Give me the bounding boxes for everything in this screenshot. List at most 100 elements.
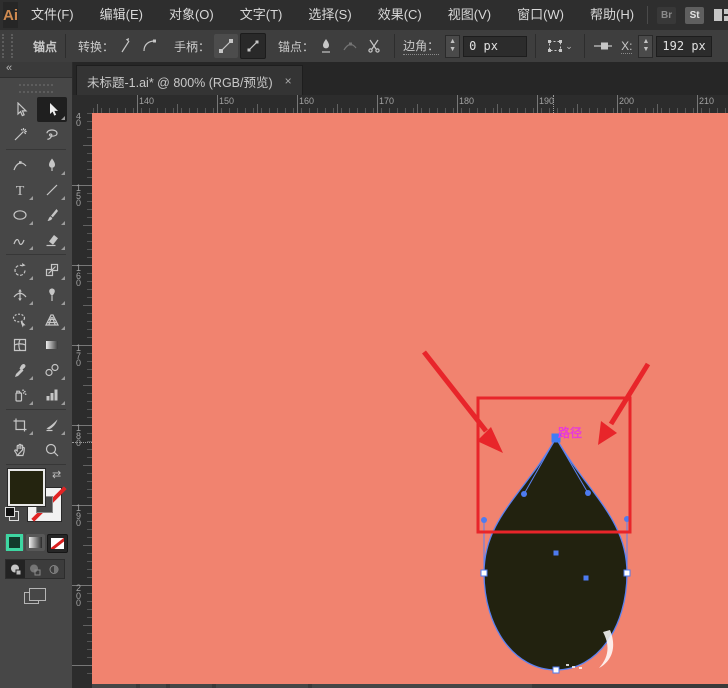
tool-panel: «	[0, 62, 73, 688]
stepper-up-icon[interactable]: ▲	[642, 38, 649, 46]
rotate-tool[interactable]	[5, 257, 35, 282]
ruler-label: 170	[379, 96, 394, 106]
document-tab-bar: 未标题-1.ai* @ 800% (RGB/预览) ×	[72, 62, 728, 95]
tab-close-icon[interactable]: ×	[285, 74, 292, 88]
convert-to-smooth-button[interactable]	[138, 34, 162, 58]
hand-tool[interactable]	[5, 437, 35, 462]
status-segment	[216, 684, 308, 688]
curvature-tool[interactable]	[5, 152, 35, 177]
line-segment-tool[interactable]	[37, 177, 67, 202]
direct-selection-tool[interactable]	[37, 97, 67, 122]
hide-handles-button[interactable]	[240, 33, 266, 59]
stock-icon[interactable]: St	[685, 7, 704, 24]
magic-wand-icon	[12, 127, 28, 143]
slice-tool[interactable]	[37, 412, 67, 437]
ellipse-tool[interactable]	[5, 202, 35, 227]
corner-label[interactable]: 边角：	[403, 37, 439, 55]
fill-color-swatch[interactable]	[8, 469, 45, 506]
horizontal-ruler[interactable]: 140 150 160 170 180 190 200 210	[92, 95, 728, 113]
x-value-field[interactable]	[656, 36, 712, 57]
draw-behind-button[interactable]	[25, 560, 44, 578]
paintbrush-icon	[44, 207, 60, 223]
lasso-tool[interactable]	[37, 122, 67, 147]
workspace-switcher-icon[interactable]	[713, 8, 728, 22]
menu-help[interactable]: 帮助(H)	[577, 0, 647, 30]
gradient-swatch-icon	[29, 537, 42, 548]
path-type-label: 路径	[558, 424, 582, 441]
paintbrush-tool[interactable]	[37, 202, 67, 227]
corner-value-field[interactable]	[463, 36, 527, 57]
menu-type[interactable]: 文字(T)	[227, 0, 296, 30]
remove-anchor-button[interactable]	[314, 34, 338, 58]
options-grip[interactable]	[2, 34, 13, 58]
mesh-tool[interactable]	[5, 332, 35, 357]
ruler-label: 190	[539, 96, 554, 106]
reference-point-icon[interactable]	[593, 40, 613, 52]
width-tool[interactable]	[5, 282, 35, 307]
menu-view[interactable]: 视图(V)	[435, 0, 504, 30]
gradient-tool[interactable]	[37, 332, 67, 357]
shape-builder-tool[interactable]	[5, 307, 35, 332]
menu-window[interactable]: 窗口(W)	[504, 0, 577, 30]
blend-tool[interactable]	[37, 357, 67, 382]
selection-tool[interactable]	[5, 97, 35, 122]
slice-knife-icon	[44, 417, 60, 433]
eraser-tool[interactable]	[37, 227, 67, 252]
puppet-warp-tool[interactable]	[37, 282, 67, 307]
pen-tool[interactable]	[37, 152, 67, 177]
stepper-up-icon[interactable]: ▲	[449, 38, 456, 46]
document-tab[interactable]: 未标题-1.ai* @ 800% (RGB/预览) ×	[76, 65, 303, 96]
eraser-icon	[44, 232, 60, 248]
bounding-box-button[interactable]: ⌄	[544, 34, 576, 58]
screen-mode-button[interactable]	[24, 588, 46, 604]
screen-mode-front-rect	[29, 588, 46, 601]
options-separator	[65, 34, 66, 58]
selection-arrow-icon	[12, 102, 28, 118]
none-button[interactable]	[47, 534, 68, 553]
artboard-canvas[interactable]: 路径	[92, 113, 728, 684]
chevron-down-icon[interactable]: ⌄	[565, 41, 573, 52]
color-button[interactable]	[5, 534, 24, 551]
menu-edit[interactable]: 编辑(E)	[87, 0, 156, 30]
bridge-icon[interactable]: Br	[657, 7, 676, 24]
vertical-ruler[interactable]: 140 150 160 170 180 190 200	[72, 113, 92, 688]
ruler-corner[interactable]	[72, 95, 93, 114]
menu-object[interactable]: 对象(O)	[156, 0, 227, 30]
illustrator-window: Ai 文件(F) 编辑(E) 对象(O) 文字(T) 选择(S) 效果(C) 视…	[0, 0, 728, 688]
menu-file[interactable]: 文件(F)	[18, 0, 87, 30]
draw-inside-button[interactable]	[45, 560, 64, 578]
symbol-sprayer-tool[interactable]	[5, 382, 35, 407]
shaper-tool[interactable]	[5, 227, 35, 252]
eyedropper-tool[interactable]	[5, 357, 35, 382]
perspective-grid-tool[interactable]	[37, 307, 67, 332]
ruler-label: 150	[76, 185, 83, 208]
tool-group-separator	[6, 464, 66, 465]
tool-group-separator	[6, 409, 66, 410]
canvas-overlay	[92, 113, 728, 684]
convert-to-corner-button[interactable]	[114, 34, 138, 58]
swap-fill-stroke-icon[interactable]: ⇄	[52, 468, 61, 481]
artboard-tool[interactable]	[5, 412, 35, 437]
show-handles-button[interactable]	[214, 34, 238, 58]
stepper-down-icon[interactable]: ▼	[642, 46, 649, 54]
stepper-down-icon[interactable]: ▼	[449, 46, 456, 54]
gradient-button[interactable]	[26, 534, 45, 551]
menu-effect[interactable]: 效果(C)	[365, 0, 435, 30]
x-stepper[interactable]: ▲ ▼	[638, 35, 653, 58]
options-separator	[394, 34, 395, 58]
menu-select[interactable]: 选择(S)	[295, 0, 364, 30]
draw-normal-button[interactable]	[6, 560, 25, 578]
magic-wand-tool[interactable]	[5, 122, 35, 147]
scale-tool[interactable]	[37, 257, 67, 282]
column-graph-tool[interactable]	[37, 382, 67, 407]
zoom-tool[interactable]	[37, 437, 67, 462]
type-tool[interactable]: T	[5, 177, 35, 202]
corner-stepper[interactable]: ▲ ▼	[445, 35, 460, 58]
cut-path-button[interactable]	[362, 34, 386, 58]
default-fill-stroke-icon[interactable]	[5, 507, 17, 519]
panel-collapse-button[interactable]: «	[0, 62, 72, 78]
tool-panel-grip[interactable]	[19, 84, 53, 93]
ruler-cursor-indicator	[72, 442, 92, 443]
ruler-label: 200	[76, 585, 83, 608]
eyedropper-icon	[12, 362, 28, 378]
